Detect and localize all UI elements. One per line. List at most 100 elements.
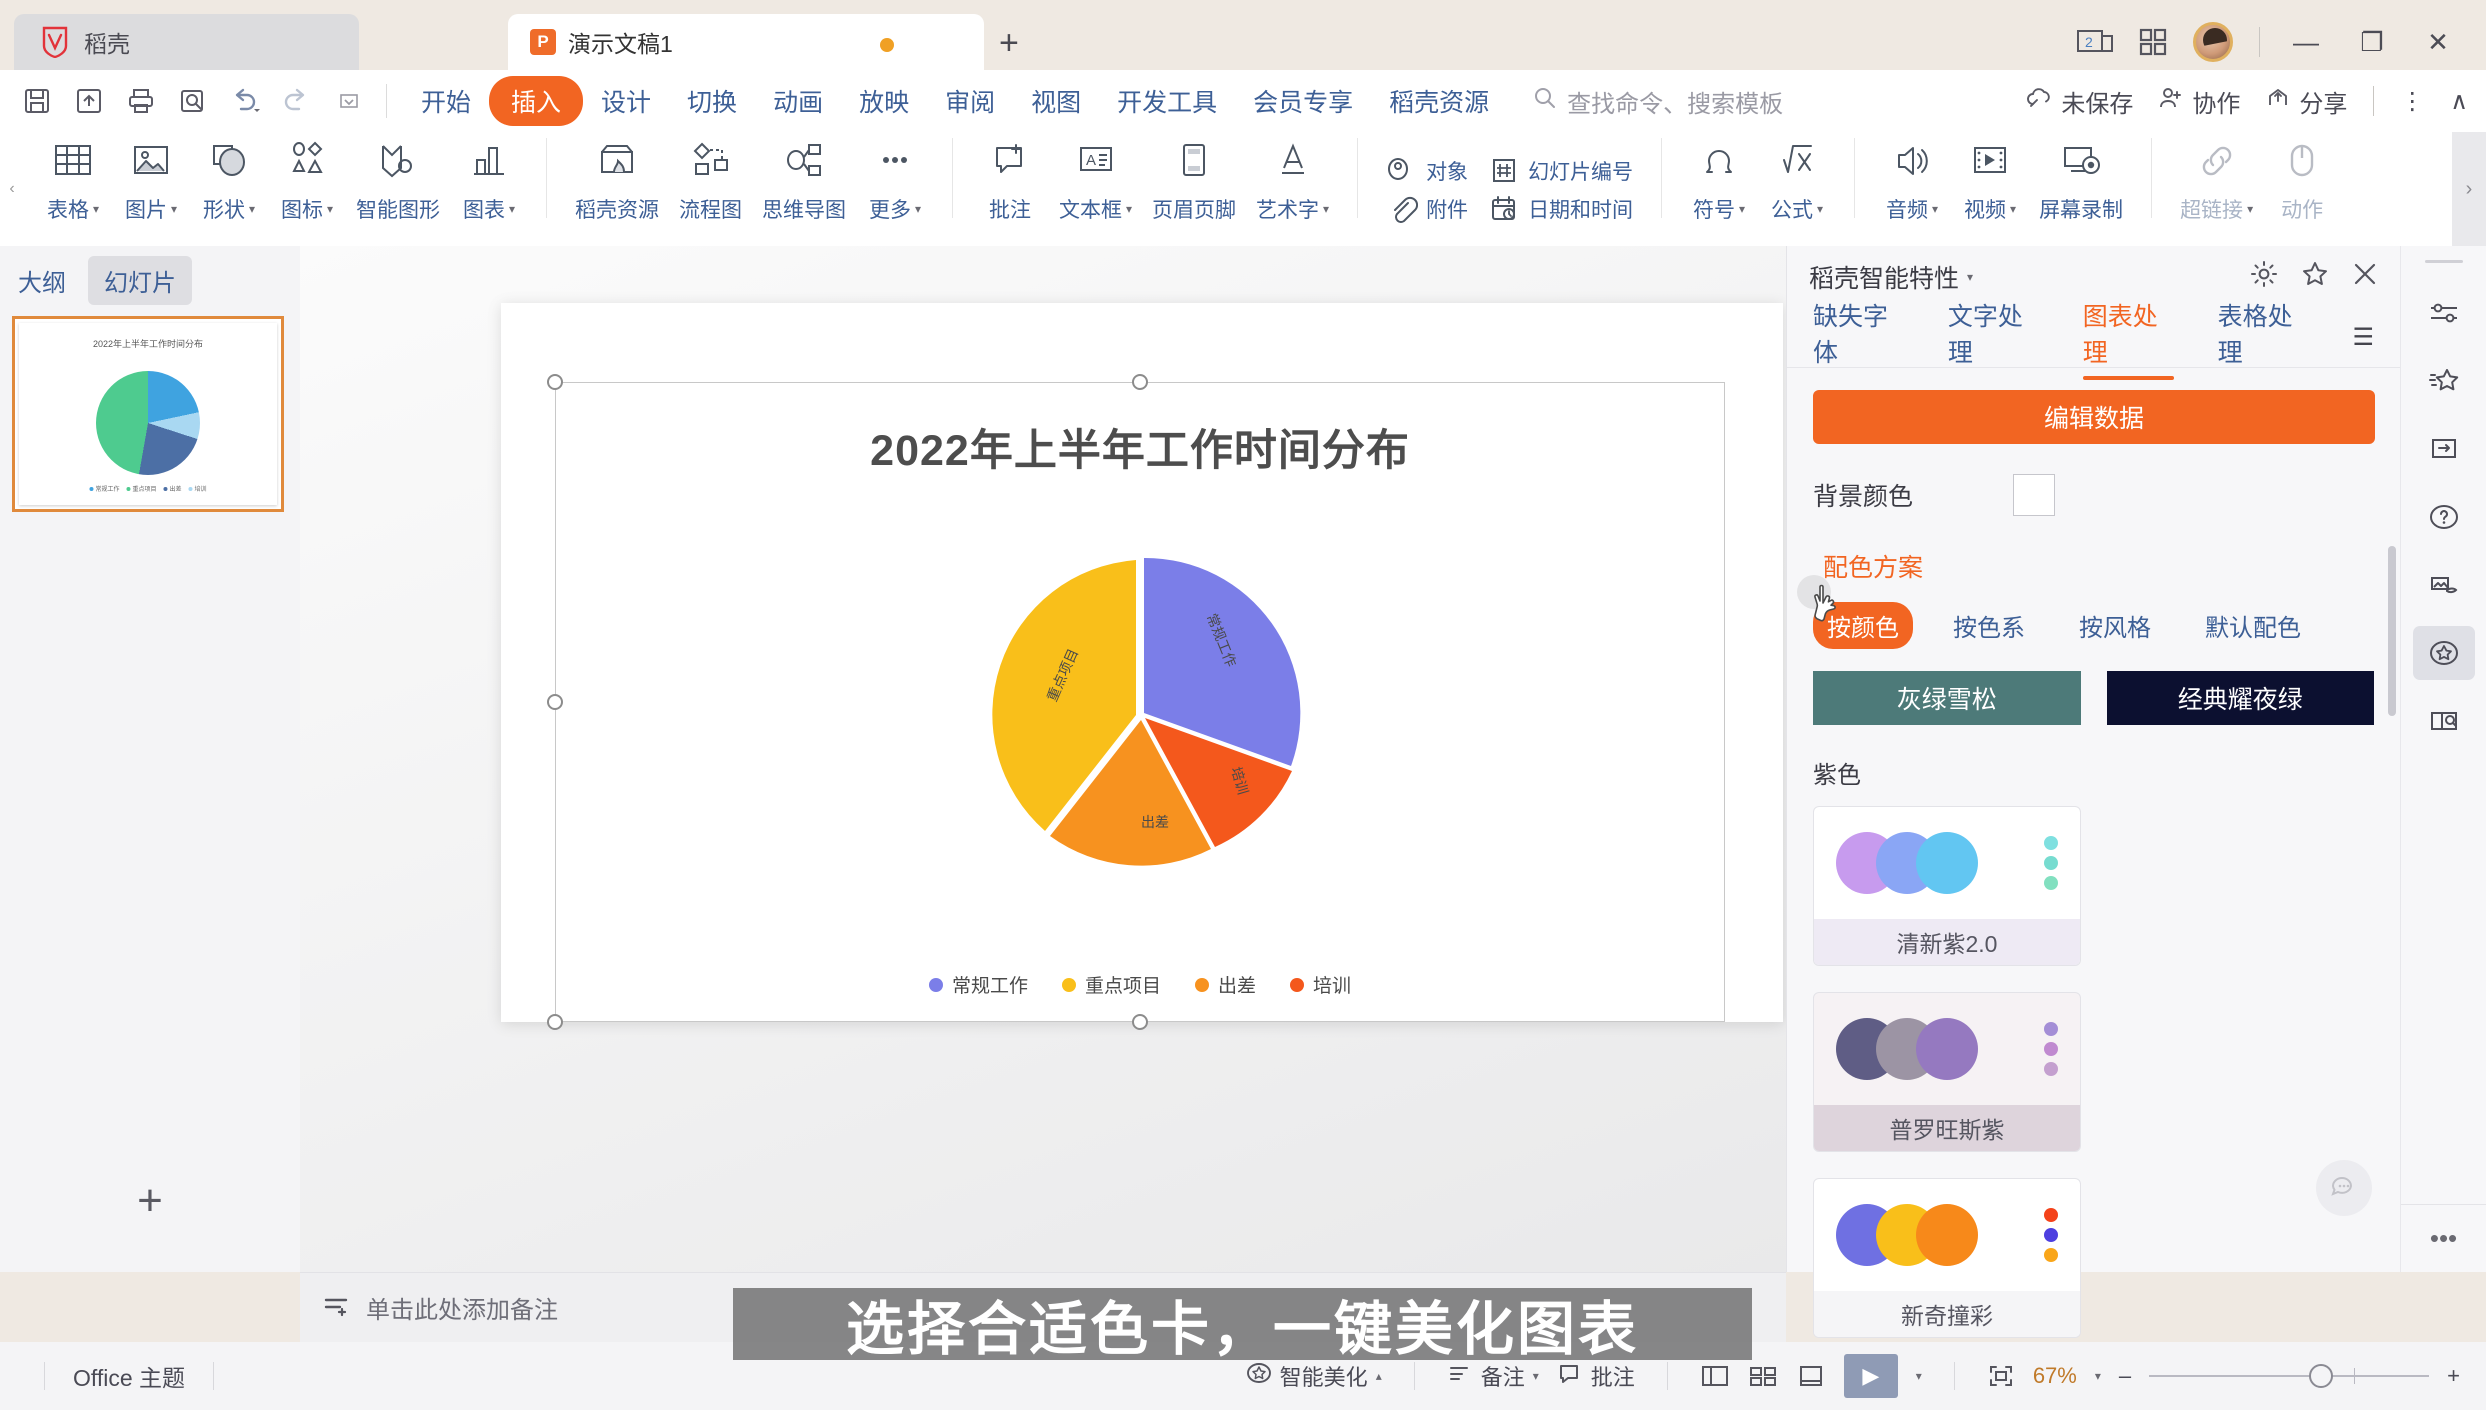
print-icon[interactable] [120, 80, 162, 122]
avatar[interactable] [2193, 22, 2233, 62]
zoom-out-button[interactable]: – [2119, 1363, 2131, 1389]
collapse-ribbon-button[interactable]: ∧ [2450, 87, 2468, 116]
screen-record-button[interactable]: 屏幕录制 [2029, 132, 2133, 236]
collaborate-button[interactable]: 协作 [2159, 84, 2240, 119]
resize-handle-ml[interactable] [547, 694, 563, 710]
insert-smartart-button[interactable]: 智能图形 [346, 132, 450, 236]
reading-view-icon[interactable] [1796, 1363, 1826, 1389]
wordart-button[interactable]: 艺术字 ▾ [1246, 132, 1339, 236]
slide-number-button[interactable]: 幻灯片编号 [1488, 156, 1633, 186]
frame-export-icon[interactable] [2413, 422, 2475, 476]
app-home-tab[interactable]: 稻壳 [14, 14, 359, 70]
gear-icon[interactable] [2250, 260, 2278, 294]
help-circle-icon[interactable] [2413, 490, 2475, 544]
document-tab[interactable]: P 演示文稿1 [508, 14, 984, 70]
insert-video-button[interactable]: 视频 ▾ [1951, 132, 2029, 236]
ribbon-scroll-right[interactable]: › [2452, 132, 2486, 246]
unsaved-status[interactable]: 未保存 [2026, 84, 2133, 119]
insert-symbol-button[interactable]: 符号 ▾ [1680, 132, 1758, 236]
mindmap-button[interactable]: 思维导图 [752, 132, 856, 236]
start-slideshow-button[interactable]: ▶ [1843, 1354, 1898, 1398]
tab-slides[interactable]: 幻灯片 [88, 256, 192, 305]
panel-menu-icon[interactable]: ☰ [2353, 323, 2375, 352]
grid-view-icon[interactable] [2139, 28, 2167, 56]
insert-hyperlink-button[interactable]: 超链接 ▾ [2170, 132, 2263, 236]
restore-button[interactable]: ❐ [2352, 27, 2392, 58]
more-options-button[interactable]: ⋮ [2400, 87, 2424, 116]
insert-object-button[interactable]: 对象 [1386, 156, 1468, 186]
insert-picture-button[interactable]: 图片 ▾ [112, 132, 190, 236]
more-insert-button[interactable]: 更多 ▾ [856, 132, 934, 236]
date-time-button[interactable]: 日期和时间 [1488, 194, 1633, 224]
print-preview-icon[interactable] [172, 80, 214, 122]
zoom-options-caret[interactable]: ▾ [2095, 1369, 2101, 1383]
palette-card-novel-clash[interactable]: 新奇撞彩 [1813, 1178, 2081, 1338]
theme-button-classic-night-green[interactable]: 经典耀夜绿 [2106, 671, 2374, 725]
menu-item-member[interactable]: 会员专享 [1235, 77, 1371, 125]
tab-chart-processing[interactable]: 图表处理 [2082, 297, 2174, 380]
sliders-icon[interactable] [2413, 286, 2475, 340]
image-tools-icon[interactable] [2413, 558, 2475, 612]
zoom-in-button[interactable]: + [2447, 1363, 2460, 1389]
insert-comment-button[interactable]: 批注 [971, 132, 1049, 236]
chip-by-hue[interactable]: 按色系 [1939, 602, 2039, 649]
zoom-slider[interactable] [2149, 1364, 2430, 1388]
insert-shapes-button[interactable]: 形状 ▾ [190, 132, 268, 236]
panel-scrollbar[interactable] [2388, 546, 2396, 716]
menu-item-view[interactable]: 视图 [1013, 77, 1099, 125]
slide-editor[interactable]: 2022年上半年工作时间分布 常规工作 重点项目 出差 培训 常规工作 重点项目… [501, 303, 1783, 1030]
menu-item-transition[interactable]: 切换 [669, 77, 755, 125]
resize-handle-bc[interactable] [1132, 1014, 1148, 1030]
undo-icon[interactable] [224, 80, 266, 122]
slide-thumbnail-1[interactable]: 2022年上半年工作时间分布 常规工作 重点项目 出差 培训 [12, 316, 284, 512]
resize-handle-bl[interactable] [547, 1014, 563, 1030]
share-button[interactable]: 分享 [2266, 84, 2347, 119]
new-tab-button[interactable]: + [999, 26, 1019, 60]
background-color-swatch[interactable] [2013, 474, 2056, 516]
close-button[interactable]: ✕ [2418, 27, 2458, 58]
resize-handle-tc[interactable] [1132, 374, 1148, 390]
rail-drag-handle[interactable] [2424, 260, 2463, 263]
menu-item-animation[interactable]: 动画 [755, 77, 841, 125]
save-icon[interactable] [16, 80, 58, 122]
reading-icon[interactable] [2413, 694, 2475, 748]
insert-table-button[interactable]: 表格 ▾ [34, 132, 112, 236]
fit-slide-icon[interactable] [1987, 1363, 2015, 1389]
menu-item-devtools[interactable]: 开发工具 [1099, 77, 1235, 125]
resize-handle-tl[interactable] [547, 374, 563, 390]
menu-item-design[interactable]: 设计 [583, 77, 669, 125]
add-slide-button[interactable]: + [137, 1176, 163, 1226]
office-theme-label[interactable]: Office 主题 [73, 1359, 185, 1393]
chart-object[interactable]: 2022年上半年工作时间分布 常规工作 重点项目 出差 培训 常规工作 重点项目… [547, 374, 1725, 1030]
normal-view-icon[interactable] [1700, 1363, 1730, 1389]
insert-textbox-button[interactable]: A 文本框 ▾ [1049, 132, 1142, 236]
tab-text-processing[interactable]: 文字处理 [1948, 297, 2039, 379]
redo-icon[interactable] [276, 80, 318, 122]
docer-resources-button[interactable]: 稻壳资源 [565, 132, 669, 236]
header-footer-button[interactable]: 页眉页脚 [1142, 132, 1246, 236]
menu-item-start[interactable]: 开始 [403, 77, 489, 125]
customize-toolbar-icon[interactable] [328, 80, 370, 122]
menu-item-slideshow[interactable]: 放映 [841, 77, 927, 125]
save-as-icon[interactable] [68, 80, 110, 122]
theme-button-gray-green-cedar[interactable]: 灰绿雪松 [1813, 671, 2081, 725]
chip-by-color[interactable]: 按颜色 [1813, 602, 1913, 649]
palette-card-provence-purple[interactable]: 普罗旺斯紫 [1813, 992, 2081, 1152]
panel-title[interactable]: 稻壳智能特性 ▾ [1809, 259, 1973, 295]
search-input[interactable]: 查找命令、搜索模板 [1533, 84, 1783, 119]
zoom-slider-knob[interactable] [2309, 1364, 2334, 1388]
slideshow-options-caret[interactable]: ▾ [1916, 1369, 1922, 1383]
color-scheme-section-label[interactable]: 配色方案 [1813, 548, 2374, 584]
pin-icon[interactable] [2302, 261, 2328, 293]
rail-more-button[interactable]: ••• [2401, 1204, 2486, 1254]
menu-item-insert[interactable]: 插入 [489, 76, 584, 126]
chip-by-style[interactable]: 按风格 [2065, 602, 2165, 649]
page-count-icon[interactable]: 2 [2077, 28, 2113, 56]
insert-audio-button[interactable]: 音频 ▾ [1873, 132, 1951, 236]
minimize-button[interactable]: — [2286, 27, 2326, 58]
flowchart-button[interactable]: 流程图 [669, 132, 752, 236]
insert-chart-button[interactable]: 图表 ▾ [450, 132, 528, 236]
feedback-chat-icon[interactable] [2316, 1160, 2372, 1216]
zoom-level-label[interactable]: 67% [2033, 1363, 2077, 1389]
insert-formula-button[interactable]: 公式 ▾ [1758, 132, 1836, 236]
